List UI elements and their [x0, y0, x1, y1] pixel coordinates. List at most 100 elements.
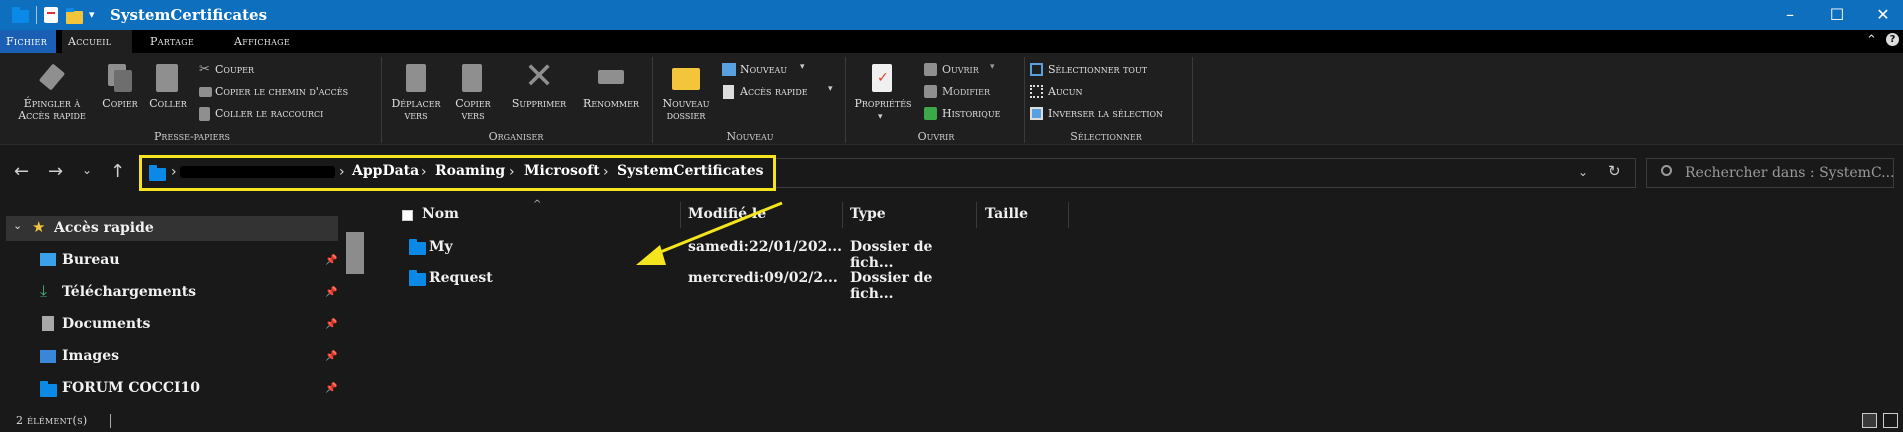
tab-affichage[interactable]: Affichage [228, 30, 308, 53]
maximize-button[interactable]: ☐ [1827, 5, 1847, 25]
tab-fichier[interactable]: Fichier [0, 30, 56, 53]
copy-to-button[interactable]: Copier vers [448, 62, 498, 126]
dropdown-icon: ▾ [990, 62, 995, 72]
recent-locations-chevron-icon[interactable]: ⌄ [82, 163, 92, 177]
select-all-button[interactable]: Sélectionner tout [1028, 62, 1188, 78]
select-all-checkbox[interactable] [402, 210, 413, 221]
breadcrumb-microsoft[interactable]: Microsoft [524, 163, 600, 179]
nav-item-forum-cocci10[interactable]: FORUM COCCI10 [62, 380, 200, 396]
rename-button[interactable]: Renommer [576, 62, 646, 126]
group-label-organize: Organiser [488, 130, 544, 143]
group-label-clipboard: Presse-papiers [154, 130, 230, 143]
paste-button[interactable]: Coller [144, 62, 192, 126]
breadcrumb-systemcertificates[interactable]: SystemCertificates [617, 163, 764, 179]
breadcrumb-separator-icon[interactable]: › [421, 164, 427, 180]
copy-path-button[interactable]: Copier le chemin d'accès [197, 84, 377, 100]
easy-access-button[interactable]: Accès rapide ▾ [720, 84, 840, 100]
pin-icon[interactable]: 📌 [325, 287, 337, 298]
nav-item-images[interactable]: Images [62, 348, 119, 364]
move-to-button[interactable]: Déplacer vers [386, 62, 446, 126]
cut-button[interactable]: ✂ Couper [197, 62, 377, 78]
expand-chevron-icon[interactable]: ⌄ [13, 219, 22, 232]
tab-partage[interactable]: Partage [144, 30, 210, 53]
properties-qa-icon[interactable] [44, 7, 58, 23]
history-button[interactable]: Historique [922, 106, 1022, 122]
new-folder-icon [672, 68, 700, 90]
close-button[interactable]: ✕ [1873, 5, 1893, 25]
dropdown-icon: ▾ [878, 112, 883, 122]
refresh-icon[interactable]: ↻ [1608, 162, 1621, 180]
open-icon [924, 63, 937, 76]
address-folder-icon [149, 165, 166, 181]
address-dropdown-chevron-icon[interactable]: ⌄ [1578, 165, 1588, 179]
new-item-icon [722, 63, 736, 76]
column-divider[interactable] [842, 202, 843, 228]
pin-icon[interactable]: 📌 [325, 319, 337, 330]
group-label-new: Nouveau [726, 130, 774, 143]
back-arrow-icon[interactable]: ← [14, 161, 29, 182]
check-icon: ✓ [877, 70, 889, 86]
navpane-scrollbar-thumb[interactable] [346, 232, 364, 274]
download-icon: ⤓ [40, 281, 48, 300]
copy-path-icon [199, 87, 212, 97]
customize-qa-dropdown-icon[interactable]: ▾ [89, 8, 95, 21]
folder-icon [40, 381, 57, 397]
column-divider[interactable] [976, 202, 977, 228]
desktop-icon [40, 253, 56, 266]
pin-icon[interactable]: 📌 [325, 383, 337, 394]
large-icons-view-icon[interactable] [1883, 413, 1898, 428]
breadcrumb-separator-icon[interactable]: › [603, 164, 609, 180]
group-label-select: Sélectionner [1070, 130, 1142, 143]
select-all-icon [1030, 63, 1043, 76]
pin-icon [38, 63, 66, 91]
search-box[interactable]: Rechercher dans : SystemC... [1646, 158, 1895, 188]
edit-button[interactable]: Modifier [922, 84, 1022, 100]
status-divider [110, 414, 111, 428]
forward-arrow-icon[interactable]: → [48, 161, 63, 182]
properties-button[interactable]: ✓ Propriétés ▾ [848, 62, 918, 126]
pin-icon[interactable]: 📌 [325, 255, 337, 266]
column-divider[interactable] [1068, 202, 1069, 228]
select-none-icon [1030, 85, 1043, 98]
new-folder-qa-icon[interactable] [66, 8, 83, 24]
open-button[interactable]: Ouvrir ▾ [922, 62, 1022, 78]
breadcrumb-separator-icon[interactable]: › [171, 164, 177, 180]
copy-button[interactable]: Copier [98, 62, 142, 126]
images-icon [40, 350, 56, 363]
pin-quick-access-button[interactable]: Épingler à Accès rapide [8, 62, 96, 126]
up-arrow-icon[interactable]: ↑ [110, 161, 125, 182]
breadcrumb-separator-icon[interactable]: › [509, 164, 515, 180]
paste-shortcut-button[interactable]: Coller le raccourci [197, 106, 377, 122]
group-label-open: Ouvrir [917, 130, 955, 143]
nav-item-bureau[interactable]: Bureau [62, 252, 120, 268]
rename-icon [598, 70, 624, 84]
collapse-ribbon-icon[interactable]: ⌃ [1866, 33, 1877, 48]
delete-x-icon: ✕ [524, 56, 555, 97]
select-none-button[interactable]: Aucun [1028, 84, 1188, 100]
invert-selection-button[interactable]: Inverser la sélection [1028, 106, 1188, 122]
nav-item-documents[interactable]: Documents [62, 316, 150, 332]
paste-icon [156, 64, 178, 92]
new-folder-button[interactable]: Nouveau dossier [656, 62, 716, 126]
tab-accueil[interactable]: Accueil [62, 30, 132, 53]
delete-button[interactable]: ✕ Supprimer [504, 56, 574, 126]
breadcrumb-separator-icon[interactable]: › [339, 164, 345, 180]
ribbon-separator [652, 57, 653, 143]
breadcrumb-appdata[interactable]: AppData [352, 163, 419, 179]
title-bar: ▾ SystemCertificates – ☐ ✕ [0, 0, 1903, 30]
nav-item-quick-access[interactable]: Accès rapide [54, 220, 154, 236]
column-header-type[interactable]: Type [850, 206, 886, 222]
file-name: Request [429, 270, 493, 286]
minimize-button[interactable]: – [1780, 5, 1800, 25]
column-header-size[interactable]: Taille [985, 206, 1028, 222]
details-view-icon[interactable] [1862, 413, 1877, 428]
address-bar-extension[interactable] [776, 158, 1636, 188]
column-header-name[interactable]: Nom [422, 206, 459, 222]
ribbon-separator [845, 57, 846, 143]
history-icon [924, 107, 937, 120]
nav-item-telechargements[interactable]: Téléchargements [62, 284, 196, 300]
help-icon[interactable]: ? [1886, 33, 1899, 46]
new-item-button[interactable]: Nouveau ▾ [720, 62, 840, 78]
breadcrumb-roaming[interactable]: Roaming [435, 163, 505, 179]
pin-icon[interactable]: 📌 [325, 351, 337, 362]
